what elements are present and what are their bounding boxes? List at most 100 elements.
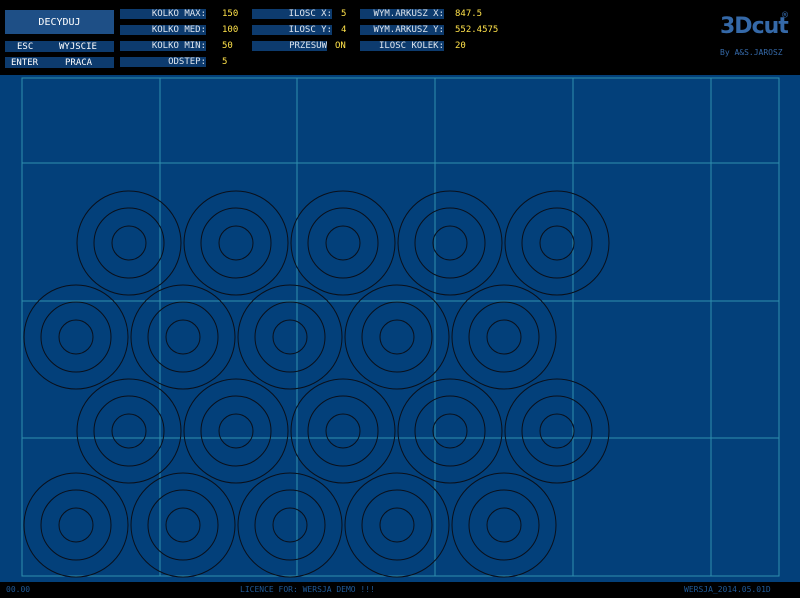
middle-circle <box>361 489 433 561</box>
outer-circle <box>183 378 289 484</box>
ring-part <box>290 190 396 296</box>
inner-circle <box>218 413 254 449</box>
kolko-min-value[interactable]: 50 <box>222 41 233 51</box>
ilosc-y-label: ILOSC Y: <box>252 25 332 35</box>
ring-part <box>183 378 289 484</box>
middle-circle <box>147 489 219 561</box>
odstep-value[interactable]: 5 <box>222 57 227 67</box>
ring-part <box>290 378 396 484</box>
cutting-canvas[interactable] <box>0 75 800 582</box>
middle-circle <box>254 301 326 373</box>
ring-part <box>504 190 610 296</box>
outer-circle <box>451 472 557 578</box>
ring-part <box>130 472 236 578</box>
ilosc-kolek-value: 20 <box>455 41 466 51</box>
inner-circle <box>539 413 575 449</box>
inner-circle <box>111 413 147 449</box>
ring-layout <box>23 190 610 578</box>
ring-part <box>451 472 557 578</box>
wym-arkusz-x-label: WYM.ARKUSZ X: <box>360 9 444 19</box>
cursor-coords: 00.00 <box>6 585 31 594</box>
middle-circle <box>93 207 165 279</box>
ilosc-y-value[interactable]: 4 <box>341 25 346 35</box>
kolko-min-label: KOLKO MIN: <box>120 41 206 51</box>
inner-circle <box>165 507 201 543</box>
kolko-max-value[interactable]: 150 <box>222 9 238 19</box>
middle-circle <box>307 207 379 279</box>
inner-circle <box>272 507 308 543</box>
middle-circle <box>307 395 379 467</box>
sheet-drawing <box>21 77 780 578</box>
licence-text: LICENCE FOR: WERSJA DEMO !!! <box>240 585 375 594</box>
grid-lines <box>21 77 780 577</box>
middle-circle <box>521 395 593 467</box>
inner-circle <box>218 225 254 261</box>
middle-circle <box>40 301 112 373</box>
logo-text: 3Dcut <box>720 14 789 39</box>
middle-circle <box>414 207 486 279</box>
top-panel: DECYDUJ ESC WYJSCIE ENTER PRACA KOLKO MA… <box>0 0 800 73</box>
inner-circle <box>432 225 468 261</box>
outer-circle <box>130 472 236 578</box>
wym-arkusz-y-label: WYM.ARKUSZ Y: <box>360 25 444 35</box>
brand-logo: 3Dcut ® By A&S.JAROSZ <box>720 10 796 62</box>
inner-circle <box>539 225 575 261</box>
middle-circle <box>414 395 486 467</box>
inner-circle <box>58 507 94 543</box>
outer-circle <box>183 190 289 296</box>
inner-circle <box>379 319 415 355</box>
enter-key-label: ENTER <box>11 57 39 68</box>
outer-circle <box>76 378 182 484</box>
middle-circle <box>361 301 433 373</box>
outer-circle <box>290 378 396 484</box>
ring-part <box>183 190 289 296</box>
middle-circle <box>468 489 540 561</box>
ilosc-x-value[interactable]: 5 <box>341 9 346 19</box>
version-text: WERSJA_2014.05.01D <box>684 585 771 594</box>
middle-circle <box>200 395 272 467</box>
ilosc-x-label: ILOSC X: <box>252 9 332 19</box>
kolko-med-label: KOLKO MED: <box>120 25 206 35</box>
inner-circle <box>272 319 308 355</box>
middle-circle <box>200 207 272 279</box>
enter-action-label: PRACA <box>65 57 93 68</box>
esc-exit-button[interactable]: ESC WYJSCIE <box>5 41 114 52</box>
ring-part <box>504 378 610 484</box>
ring-part <box>76 190 182 296</box>
outer-circle <box>290 190 396 296</box>
outer-circle <box>504 378 610 484</box>
middle-circle <box>254 489 326 561</box>
inner-circle <box>325 225 361 261</box>
ring-part <box>76 378 182 484</box>
esc-action-label: WYJSCIE <box>59 41 97 52</box>
esc-key-label: ESC <box>17 41 34 52</box>
odstep-label: ODSTEP: <box>120 57 206 67</box>
kolko-med-value[interactable]: 100 <box>222 25 238 35</box>
ring-part <box>397 190 503 296</box>
inner-circle <box>165 319 201 355</box>
przesuw-value[interactable]: ON <box>335 41 346 51</box>
enter-work-button[interactable]: ENTER PRACA <box>5 57 114 68</box>
wym-arkusz-y-value[interactable]: 552.4575 <box>455 25 498 35</box>
status-bar: 00.00 LICENCE FOR: WERSJA DEMO !!! WERSJ… <box>0 582 800 598</box>
outer-circle <box>504 190 610 296</box>
inner-circle <box>486 507 522 543</box>
przesuw-label: PRZESUW <box>252 41 327 51</box>
middle-circle <box>93 395 165 467</box>
wym-arkusz-x-value[interactable]: 847.5 <box>455 9 482 19</box>
middle-circle <box>468 301 540 373</box>
inner-circle <box>111 225 147 261</box>
kolko-max-label: KOLKO MAX: <box>120 9 206 19</box>
middle-circle <box>521 207 593 279</box>
ring-part <box>397 378 503 484</box>
middle-circle <box>40 489 112 561</box>
ring-part <box>23 472 129 578</box>
sheet-border <box>21 77 780 577</box>
middle-circle <box>147 301 219 373</box>
outer-circle <box>23 472 129 578</box>
registered-mark: ® <box>782 10 789 21</box>
decide-button[interactable]: DECYDUJ <box>5 10 114 34</box>
outer-circle <box>344 472 450 578</box>
inner-circle <box>58 319 94 355</box>
inner-circle <box>486 319 522 355</box>
